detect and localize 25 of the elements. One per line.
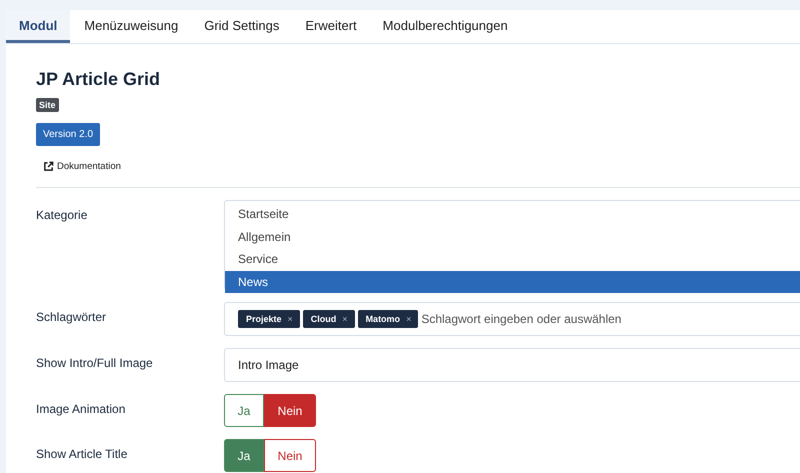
category-listbox[interactable]: Startseite Allgemein Service News [224,200,800,290]
tag-input-field[interactable]: Projekte × Cloud × Matomo × Schlagwort eingeben oder auswählen [224,302,800,336]
tag-chip[interactable]: Projekte × [238,310,300,328]
toggle-option[interactable]: Nein [264,394,316,427]
toggle-option[interactable]: Ja [224,394,264,427]
external-link-icon [43,161,54,172]
select-field[interactable]: Intro Image [224,348,800,382]
field-label: Show Intro/Full Image [36,355,154,372]
list-option[interactable]: Service [225,248,800,270]
toggle-option[interactable]: Nein [264,439,316,472]
tag-chip[interactable]: Matomo × [358,310,418,328]
tag-chip[interactable]: Cloud × [302,310,355,328]
field-label: Kategorie [36,207,88,224]
documentation-link[interactable]: Dokumentation [57,161,121,172]
list-option[interactable]: Allgemein [225,226,800,248]
list-option[interactable]: News [225,270,800,293]
version-button[interactable]: Version 2.0 [36,123,100,146]
field-label: Show Article Title [36,446,128,463]
site-badge: Site [36,98,59,112]
field-label: Image Animation [36,401,126,418]
list-option[interactable]: Startseite [225,203,800,226]
toggle-option[interactable]: Ja [224,439,264,472]
field-label: Schlagwörter [36,309,108,326]
module-title: JP Article Grid [36,68,162,90]
tab[interactable]: Modul [6,10,70,43]
